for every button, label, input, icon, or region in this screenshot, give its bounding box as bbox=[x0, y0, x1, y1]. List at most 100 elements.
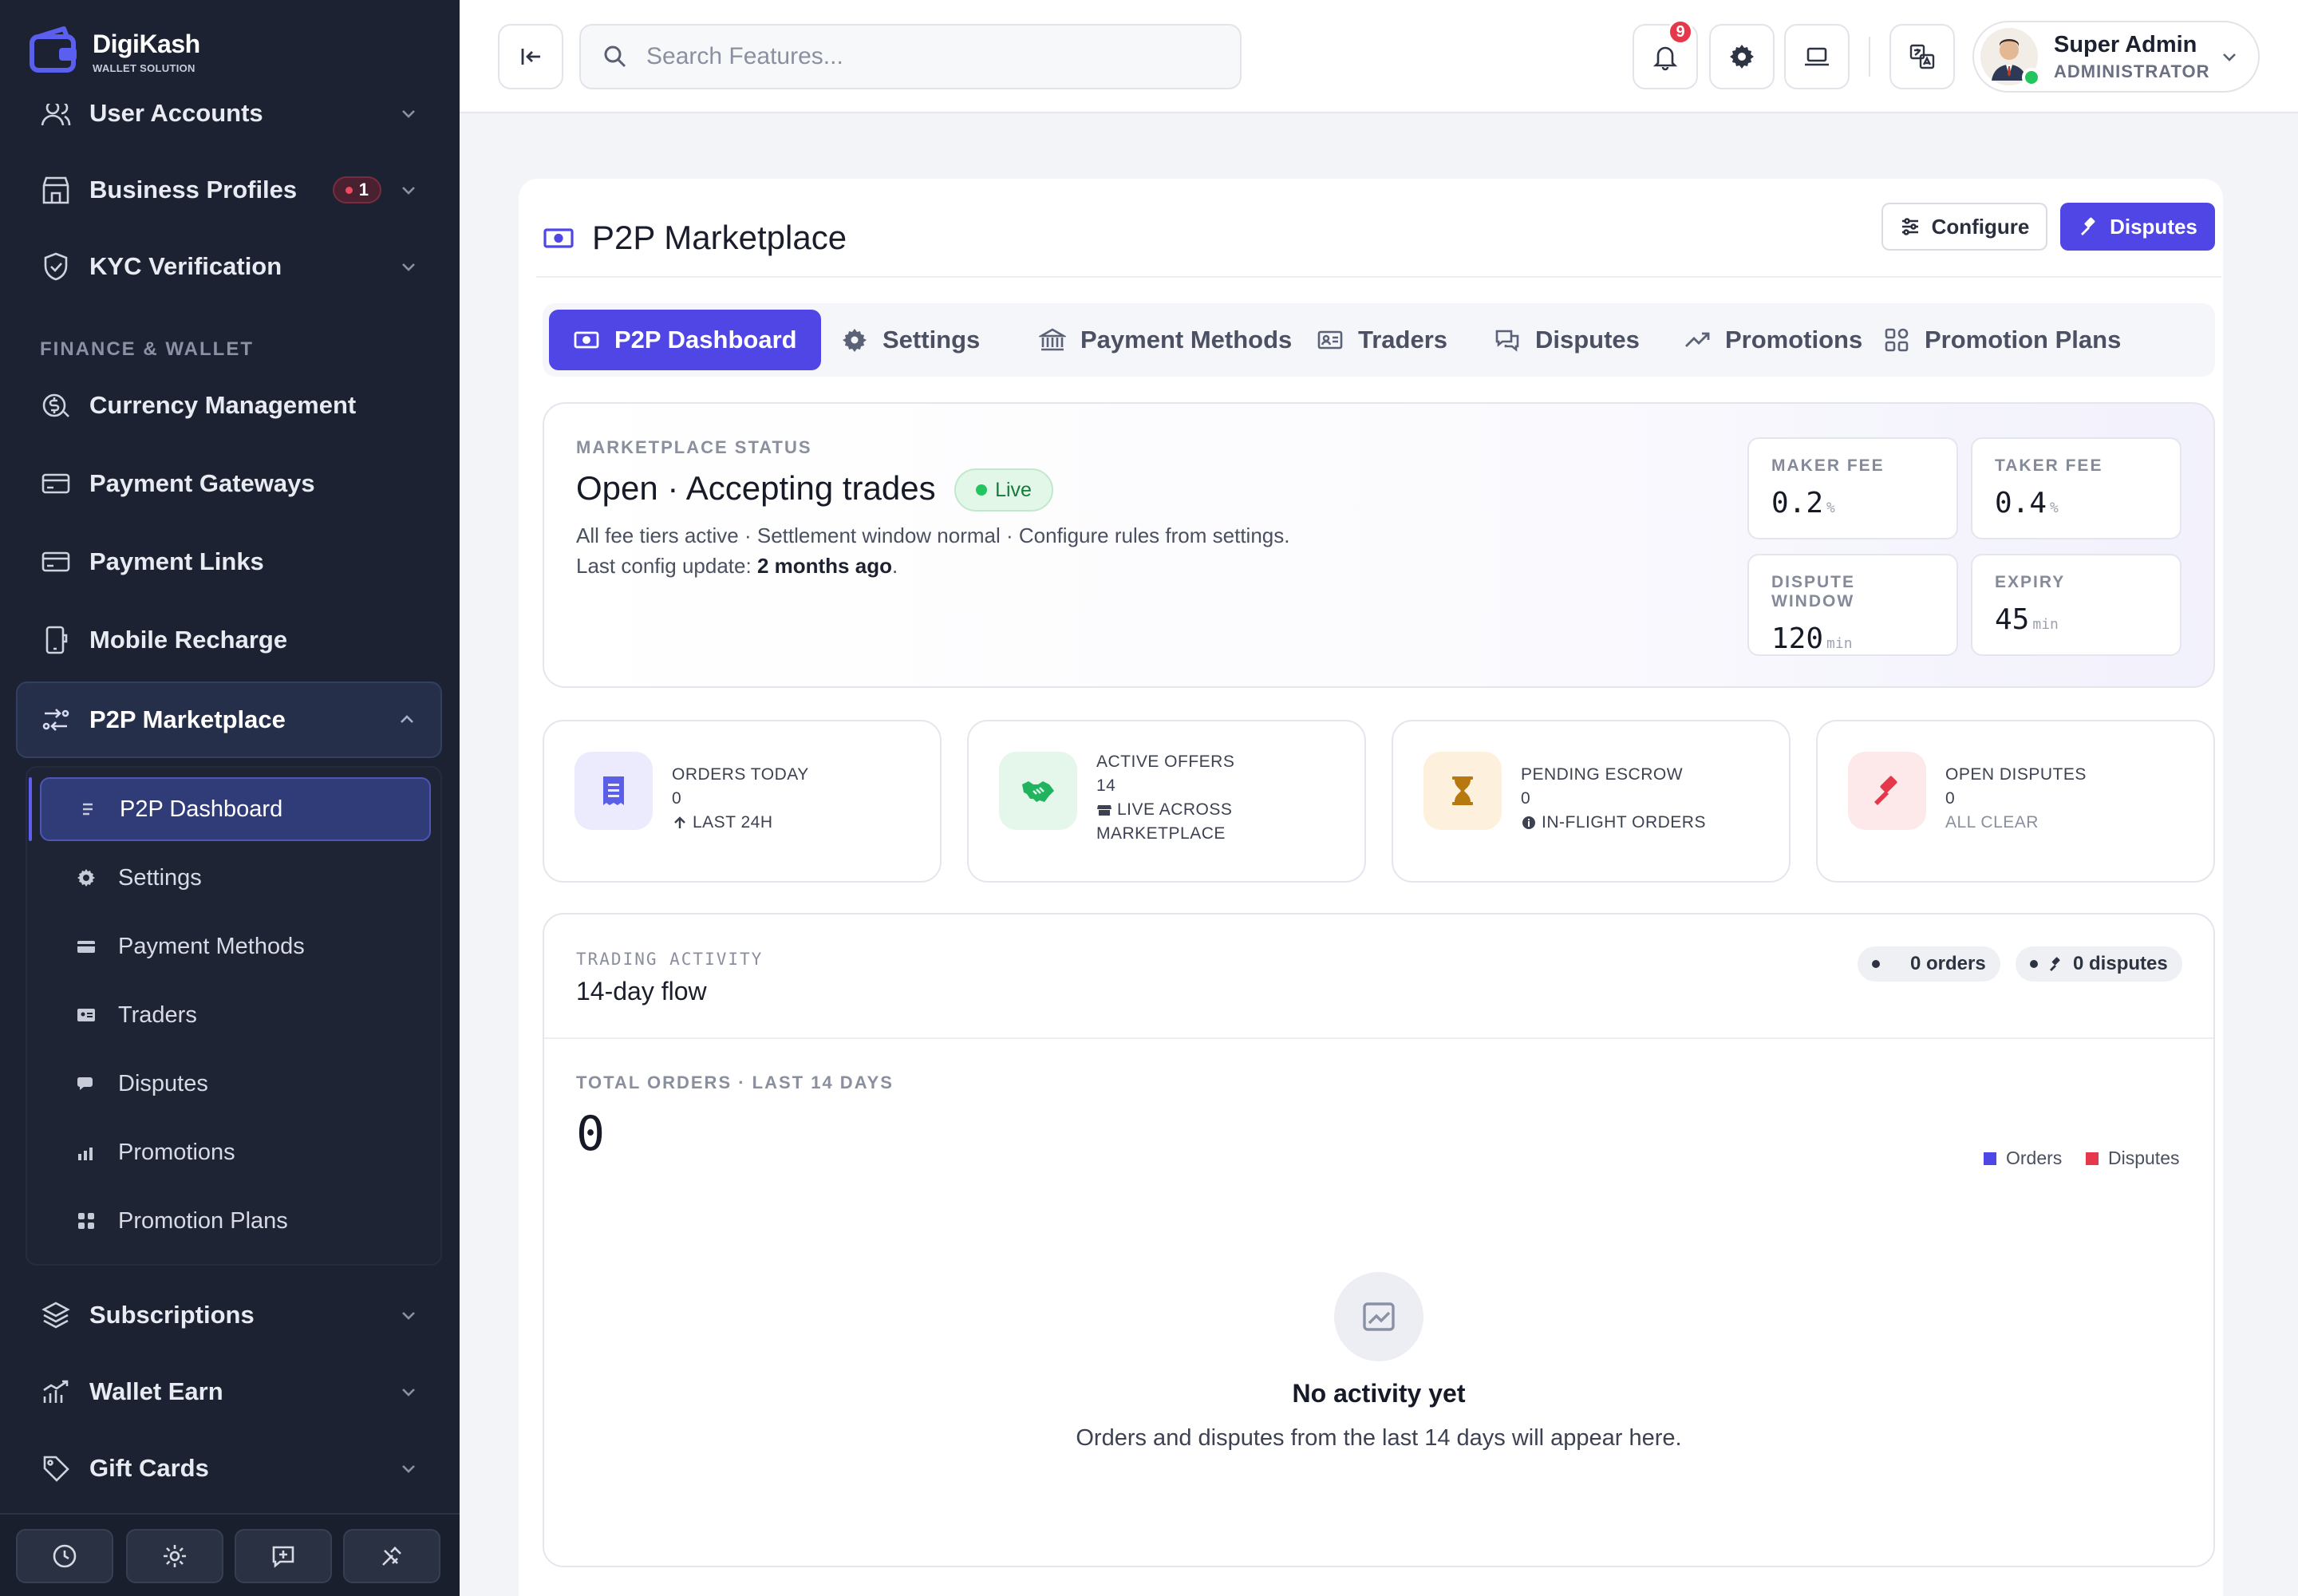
submenu-item-traders[interactable]: Traders bbox=[40, 983, 431, 1047]
sidebar-item-label: Payment Links bbox=[89, 547, 264, 575]
submenu-item-payment-methods[interactable]: Payment Methods bbox=[40, 915, 431, 978]
brand-tagline: WALLET SOLUTION bbox=[93, 62, 195, 74]
online-status-dot bbox=[2022, 68, 2041, 87]
sidebar-item-payment-gateways[interactable]: Payment Gateways bbox=[0, 452, 460, 516]
gavel-icon bbox=[2081, 217, 2095, 235]
gavel-icon bbox=[2050, 957, 2060, 971]
sidebar-item-label: Wallet Earn bbox=[89, 1377, 223, 1405]
list-icon bbox=[83, 803, 93, 816]
tab-promotion-plans[interactable]: Promotion Plans bbox=[1859, 310, 2145, 370]
tab-p2p-dashboard[interactable]: P2P Dashboard bbox=[549, 310, 821, 370]
trading-activity-panel bbox=[543, 913, 2215, 1567]
chart-empty-icon bbox=[1334, 1272, 1423, 1361]
sidebar-item-currency-management[interactable]: Currency Management bbox=[0, 373, 460, 437]
arrow-up-icon bbox=[674, 816, 685, 828]
tools-button[interactable] bbox=[343, 1529, 440, 1583]
tab-traders[interactable]: Traders bbox=[1293, 310, 1471, 370]
stat-card-pending-escrow[interactable]: PENDING ESCROW 0 IN-FLIGHT ORDERS bbox=[1392, 720, 1791, 883]
divider bbox=[544, 1037, 2213, 1039]
card-icon bbox=[41, 551, 70, 572]
stat-card-active-offers[interactable]: ACTIVE OFFERS 14 LIVE ACROSS MARKETPLACE bbox=[967, 720, 1366, 883]
banknote-icon bbox=[574, 331, 599, 349]
brand-name: DigiKash bbox=[93, 30, 200, 58]
support-button[interactable] bbox=[235, 1529, 332, 1583]
submenu-item-settings[interactable]: Settings bbox=[40, 846, 431, 910]
stat-sub: IN-FLIGHT ORDERS bbox=[1521, 811, 1706, 835]
settings-button[interactable] bbox=[126, 1529, 223, 1583]
sidebar-item-label: Currency Management bbox=[89, 391, 357, 419]
exchange-icon bbox=[42, 709, 69, 731]
receipt-icon bbox=[574, 752, 653, 830]
search-input[interactable] bbox=[646, 43, 1205, 70]
banknote-icon bbox=[543, 228, 574, 248]
stat-value: 0 bbox=[672, 789, 682, 808]
brand-logo[interactable]: DigiKash WALLET SOLUTION bbox=[0, 0, 460, 104]
tab-payment-methods[interactable]: Payment Methods bbox=[1015, 310, 1316, 370]
legend-disputes: Disputes bbox=[2086, 1148, 2179, 1169]
user-role: ADMINISTRATOR bbox=[2054, 61, 2210, 81]
notifications-button[interactable]: 9 bbox=[1633, 19, 1698, 89]
layers-icon bbox=[41, 1302, 70, 1329]
sidebar-item-label: Gift Cards bbox=[89, 1454, 209, 1482]
hourglass-icon bbox=[1423, 752, 1502, 830]
chevron-down-icon bbox=[402, 1465, 415, 1473]
stat-card-orders-today[interactable]: ORDERS TODAY 0 LAST 24H bbox=[543, 720, 942, 883]
translate-icon bbox=[1909, 44, 1935, 69]
sidebar-item-label: Subscriptions bbox=[89, 1301, 255, 1329]
gear-icon bbox=[164, 1545, 186, 1567]
search-bar[interactable] bbox=[579, 24, 1242, 89]
sidebar-item-subscriptions[interactable]: Subscriptions bbox=[0, 1283, 460, 1347]
settings-button[interactable] bbox=[1709, 24, 1775, 89]
orders-count-pill: 0 orders bbox=[1858, 946, 2000, 982]
sidebar-item-business-profiles[interactable]: Business Profiles 1 bbox=[0, 158, 460, 222]
tab-disputes[interactable]: Disputes bbox=[1470, 310, 1664, 370]
currency-icon bbox=[42, 393, 69, 417]
chevron-down-icon bbox=[402, 263, 415, 271]
activity-title: 14-day flow bbox=[576, 977, 707, 1005]
stat-sub: LAST 24H bbox=[672, 811, 809, 835]
status-last-update: Last config update: 2 months ago. bbox=[576, 554, 898, 578]
submenu-item-disputes[interactable]: Disputes bbox=[40, 1052, 431, 1116]
screen-mode-button[interactable] bbox=[1784, 24, 1850, 89]
sidebar-item-kyc-verification[interactable]: KYC Verification bbox=[0, 235, 460, 298]
stat-card-open-disputes[interactable]: OPEN DISPUTES 0 ALL CLEAR bbox=[1816, 720, 2215, 883]
language-button[interactable] bbox=[1889, 24, 1955, 89]
history-button[interactable] bbox=[16, 1529, 113, 1583]
submenu-item-promotions[interactable]: Promotions bbox=[40, 1120, 431, 1184]
disputes-button[interactable]: Disputes bbox=[2060, 203, 2215, 251]
empty-state-title: No activity yet bbox=[1292, 1379, 1466, 1408]
bank-icon bbox=[1039, 328, 1066, 351]
tab-settings[interactable]: Settings bbox=[817, 310, 1004, 370]
sidebar-item-label: KYC Verification bbox=[89, 252, 282, 280]
grid-icon bbox=[78, 1213, 94, 1229]
sidebar-item-payment-links[interactable]: Payment Links bbox=[0, 530, 460, 594]
sidebar-item-label: P2P Marketplace bbox=[89, 705, 286, 733]
chart-icon bbox=[43, 1380, 69, 1403]
status-description: All fee tiers active · Settlement window… bbox=[576, 523, 1290, 547]
wallet-logo-icon bbox=[30, 26, 77, 73]
section-label-finance: FINANCE & WALLET bbox=[40, 338, 254, 360]
submenu-item-promotion-plans[interactable]: Promotion Plans bbox=[40, 1189, 431, 1253]
tab-promotions[interactable]: Promotions bbox=[1660, 310, 1886, 370]
divider bbox=[536, 276, 2221, 278]
collapse-sidebar-button[interactable] bbox=[498, 24, 563, 89]
chevron-down-icon bbox=[402, 187, 415, 195]
sidebar-item-gift-cards[interactable]: Gift Cards bbox=[0, 1436, 460, 1500]
tag-icon bbox=[43, 1456, 69, 1482]
configure-button[interactable]: Configure bbox=[1881, 203, 2047, 251]
sidebar: DigiKash WALLET SOLUTION User Accounts B… bbox=[0, 0, 460, 1596]
legend-orders: Orders bbox=[1984, 1148, 2062, 1169]
sidebar-item-p2p-marketplace[interactable]: P2P Marketplace bbox=[16, 681, 442, 758]
stat-sub-2: MARKETPLACE bbox=[1096, 824, 1226, 843]
taker-fee-card: TAKER FEE 0.4% bbox=[1971, 437, 2182, 539]
sidebar-quick-actions bbox=[0, 1513, 460, 1596]
wrench-icon bbox=[382, 1547, 401, 1566]
avatar bbox=[1980, 28, 2041, 87]
live-status-badge: Live bbox=[954, 468, 1053, 512]
submenu-item-p2p-dashboard[interactable]: P2P Dashboard bbox=[40, 777, 431, 841]
sidebar-item-label: Mobile Recharge bbox=[89, 626, 288, 654]
total-orders-label: TOTAL ORDERS · LAST 14 DAYS bbox=[576, 1073, 894, 1092]
user-profile-menu[interactable]: Super Admin ADMINISTRATOR bbox=[1972, 21, 2260, 93]
sidebar-item-wallet-earn[interactable]: Wallet Earn bbox=[0, 1360, 460, 1424]
sidebar-item-mobile-recharge[interactable]: Mobile Recharge bbox=[0, 608, 460, 672]
